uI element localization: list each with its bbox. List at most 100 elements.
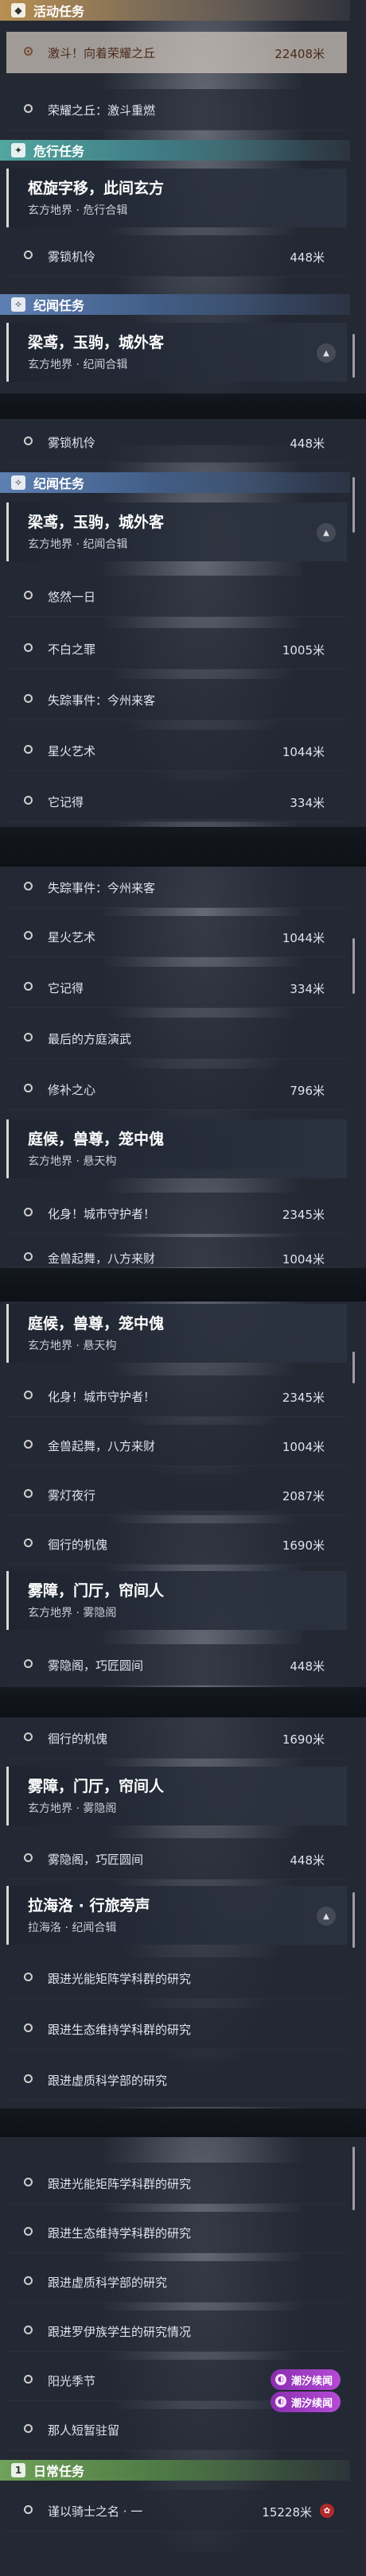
quest-item[interactable]: 跟进虚质科学部的研究 (6, 2059, 347, 2101)
quest-item[interactable]: 徊行的机傀 1690米 (6, 1523, 347, 1565)
quest-item[interactable]: 化身！城市守护者！ 2345米 (6, 1193, 347, 1234)
event-badge: ◐ 潮汐续闻 (270, 2369, 341, 2390)
tracking-radio-icon[interactable] (24, 2505, 33, 2514)
quest-group-courtyard[interactable]: 庭候，兽尊，笼中傀 玄方地界 · 悬天构 (6, 1119, 347, 1178)
quest-item[interactable]: 雾隐阁，巧匠圆间 448米 (6, 1644, 347, 1686)
quest-item[interactable]: 跟进光能矩阵学科群的研究 (6, 2163, 347, 2204)
tracking-radio-icon[interactable] (24, 250, 33, 259)
collapse-chevron-icon[interactable]: ▲ (317, 343, 336, 363)
scrollbar-thumb[interactable] (352, 477, 355, 533)
tracking-radio-icon[interactable] (24, 1391, 33, 1399)
scrollbar-thumb[interactable] (352, 1352, 355, 1383)
scrollbar-thumb[interactable] (352, 2147, 355, 2210)
tracking-radio-icon[interactable] (24, 2023, 33, 2032)
quest-item[interactable]: 失踪事件：今州来客 (6, 679, 347, 720)
quest-distance: 22408米 (274, 47, 325, 61)
scrollbar-thumb[interactable] (352, 938, 355, 994)
quest-group-liang[interactable]: 梁鸢，玉驹，城外客 玄方地界 · 纪闻合辑 ▲ (6, 502, 347, 561)
tracking-radio-icon[interactable] (24, 1538, 33, 1547)
quest-item-current[interactable]: 激斗！向着荣耀之丘 22408米 (6, 32, 347, 73)
tracking-radio-icon[interactable] (24, 2276, 33, 2285)
tracking-radio-icon[interactable] (24, 1208, 33, 1216)
section-header-world[interactable]: ✧ 纪闻任务 (0, 472, 350, 493)
tracking-radio-icon[interactable] (24, 2375, 33, 2384)
tracking-radio-icon[interactable] (24, 2424, 33, 2433)
tracking-radio-icon[interactable] (24, 796, 33, 805)
tracking-radio-icon[interactable] (24, 1440, 33, 1449)
tracking-radio-icon[interactable] (24, 1033, 33, 1042)
quest-item[interactable]: 雾灯夜行 2087米 (6, 1474, 347, 1515)
tracking-radio-icon[interactable] (24, 1973, 33, 1981)
quest-item[interactable]: 它记得 334米 (6, 781, 347, 822)
quest-distance: 334米 (290, 982, 325, 996)
quest-group-mist-gate[interactable]: 雾障，门厅，帘间人 玄方地界 · 雾隐阁 (6, 1767, 347, 1825)
quest-group-pivot[interactable]: 枢旋字移，此间玄方 玄方地界 · 危行合辑 (6, 169, 347, 227)
tracking-radio-icon[interactable] (24, 1489, 33, 1498)
quest-item[interactable]: 跟进光能矩阵学科群的研究 (6, 1957, 347, 1999)
tracking-radio-icon[interactable] (24, 931, 33, 940)
collapse-chevron-icon[interactable]: ▲ (317, 1907, 336, 1926)
quest-group-liang[interactable]: 梁鸢，玉驹，城外客 玄方地界 · 纪闻合辑 ▲ (6, 323, 347, 382)
tracking-radio-icon[interactable] (24, 643, 33, 652)
tracking-radio-icon[interactable] (24, 882, 33, 890)
quest-item[interactable]: 雾隐阁，巧匠圆间 448米 (6, 1838, 347, 1880)
tracking-radio-icon[interactable] (24, 436, 33, 445)
section-header-danger[interactable]: ✦ 危行任务 (0, 140, 350, 161)
tracking-radio-icon[interactable] (24, 745, 33, 754)
tracking-radio-icon[interactable] (24, 1084, 33, 1092)
collapse-chevron-icon[interactable]: ▲ (317, 523, 336, 542)
quest-name: 徊行的机傀 (48, 1732, 108, 1746)
scrollbar-thumb[interactable] (352, 334, 355, 378)
section-header-daily[interactable]: 1 日常任务 (0, 2460, 350, 2481)
quest-item[interactable]: 金兽起舞，八方来财 1004米 (6, 1237, 347, 1267)
quest-item[interactable]: 悠然一日 (6, 576, 347, 617)
quest-name: 化身！城市守护者！ (48, 1390, 156, 1404)
quest-item[interactable]: 徊行的机傀 1690米 (6, 1717, 347, 1759)
quest-item[interactable]: 化身！城市守护者！ 2345米 (6, 1375, 347, 1417)
quest-group-courtyard[interactable]: 庭候，兽尊，笼中傀 玄方地界 · 悬天构 (6, 1304, 347, 1363)
quest-item[interactable]: 跟进罗伊族学生的研究情况 (6, 2310, 347, 2352)
quest-item[interactable]: 谨以骑士之名 · 一 15228米 ✿ (6, 2490, 347, 2531)
quest-item[interactable]: 跟进生态维持学科群的研究 (6, 2212, 347, 2253)
sparkle-icon: ✧ (11, 475, 25, 490)
tracking-radio-icon[interactable] (24, 2326, 33, 2334)
tracking-radio-icon[interactable] (24, 1252, 33, 1261)
quest-item[interactable]: 它记得 334米 (6, 967, 347, 1008)
quest-item[interactable]: 雾锁机伶 448米 (6, 235, 347, 277)
group-title: 梁鸢，玉驹，城外客 (28, 514, 165, 531)
quest-distance: 1690米 (282, 1732, 325, 1747)
quest-item[interactable]: 不白之罪 1005米 (6, 628, 347, 669)
tracking-radio-icon[interactable] (24, 1659, 33, 1668)
tracking-radio-icon[interactable] (24, 1732, 33, 1741)
tracking-radio-icon[interactable] (24, 982, 33, 991)
tracking-radio-icon[interactable] (24, 47, 33, 56)
tracking-radio-icon[interactable] (24, 694, 33, 703)
quest-item[interactable]: 星火艺术 1044米 (6, 730, 347, 771)
quest-group-mist-gate[interactable]: 雾障，门厅，帘间人 玄方地界 · 雾隐阁 (6, 1571, 347, 1630)
event-badge: ◐ 潮汐续闻 (270, 2392, 341, 2412)
quest-item[interactable]: 最后的方庭演武 (6, 1018, 347, 1059)
quest-name: 悠然一日 (48, 590, 96, 604)
tracking-radio-icon[interactable] (24, 591, 33, 599)
quest-item[interactable]: 失踪事件：今州来客 (6, 867, 347, 908)
quest-item[interactable]: 雾锁机伶 448米 (6, 421, 347, 463)
section-header-world[interactable]: ✧ 纪闻任务 (0, 294, 350, 315)
quest-group-lahai[interactable]: 拉海洛 · 行旅旁声 拉海洛 · 纪闻合辑 ▲ (6, 1886, 347, 1945)
quest-name: 最后的方庭演武 (48, 1032, 132, 1046)
quest-item[interactable]: 修补之心 796米 (6, 1069, 347, 1110)
tracking-radio-icon[interactable] (24, 2178, 33, 2186)
group-title: 枢旋字移，此间玄方 (28, 180, 165, 197)
quest-item[interactable]: 那人短暂驻留 ◐ 潮汐续闻 (6, 2392, 347, 2450)
quest-item[interactable]: 金兽起舞，八方来财 1004米 (6, 1425, 347, 1466)
scrollbar-thumb[interactable] (352, 1892, 355, 1948)
quest-item[interactable]: 荣耀之丘：激斗重燃 (6, 89, 347, 130)
tracking-radio-icon[interactable] (24, 1853, 33, 1862)
section-title: 纪闻任务 (33, 298, 85, 313)
tracking-radio-icon[interactable] (24, 2074, 33, 2083)
quest-item[interactable]: 星火艺术 1044米 (6, 916, 347, 957)
tracking-radio-icon[interactable] (24, 104, 33, 113)
section-header-active[interactable]: ◆ 活动任务 (0, 0, 350, 21)
quest-item[interactable]: 跟进虚质科学部的研究 (6, 2261, 347, 2302)
quest-item[interactable]: 跟进生态维持学科群的研究 (6, 2008, 347, 2050)
tracking-radio-icon[interactable] (24, 2227, 33, 2236)
